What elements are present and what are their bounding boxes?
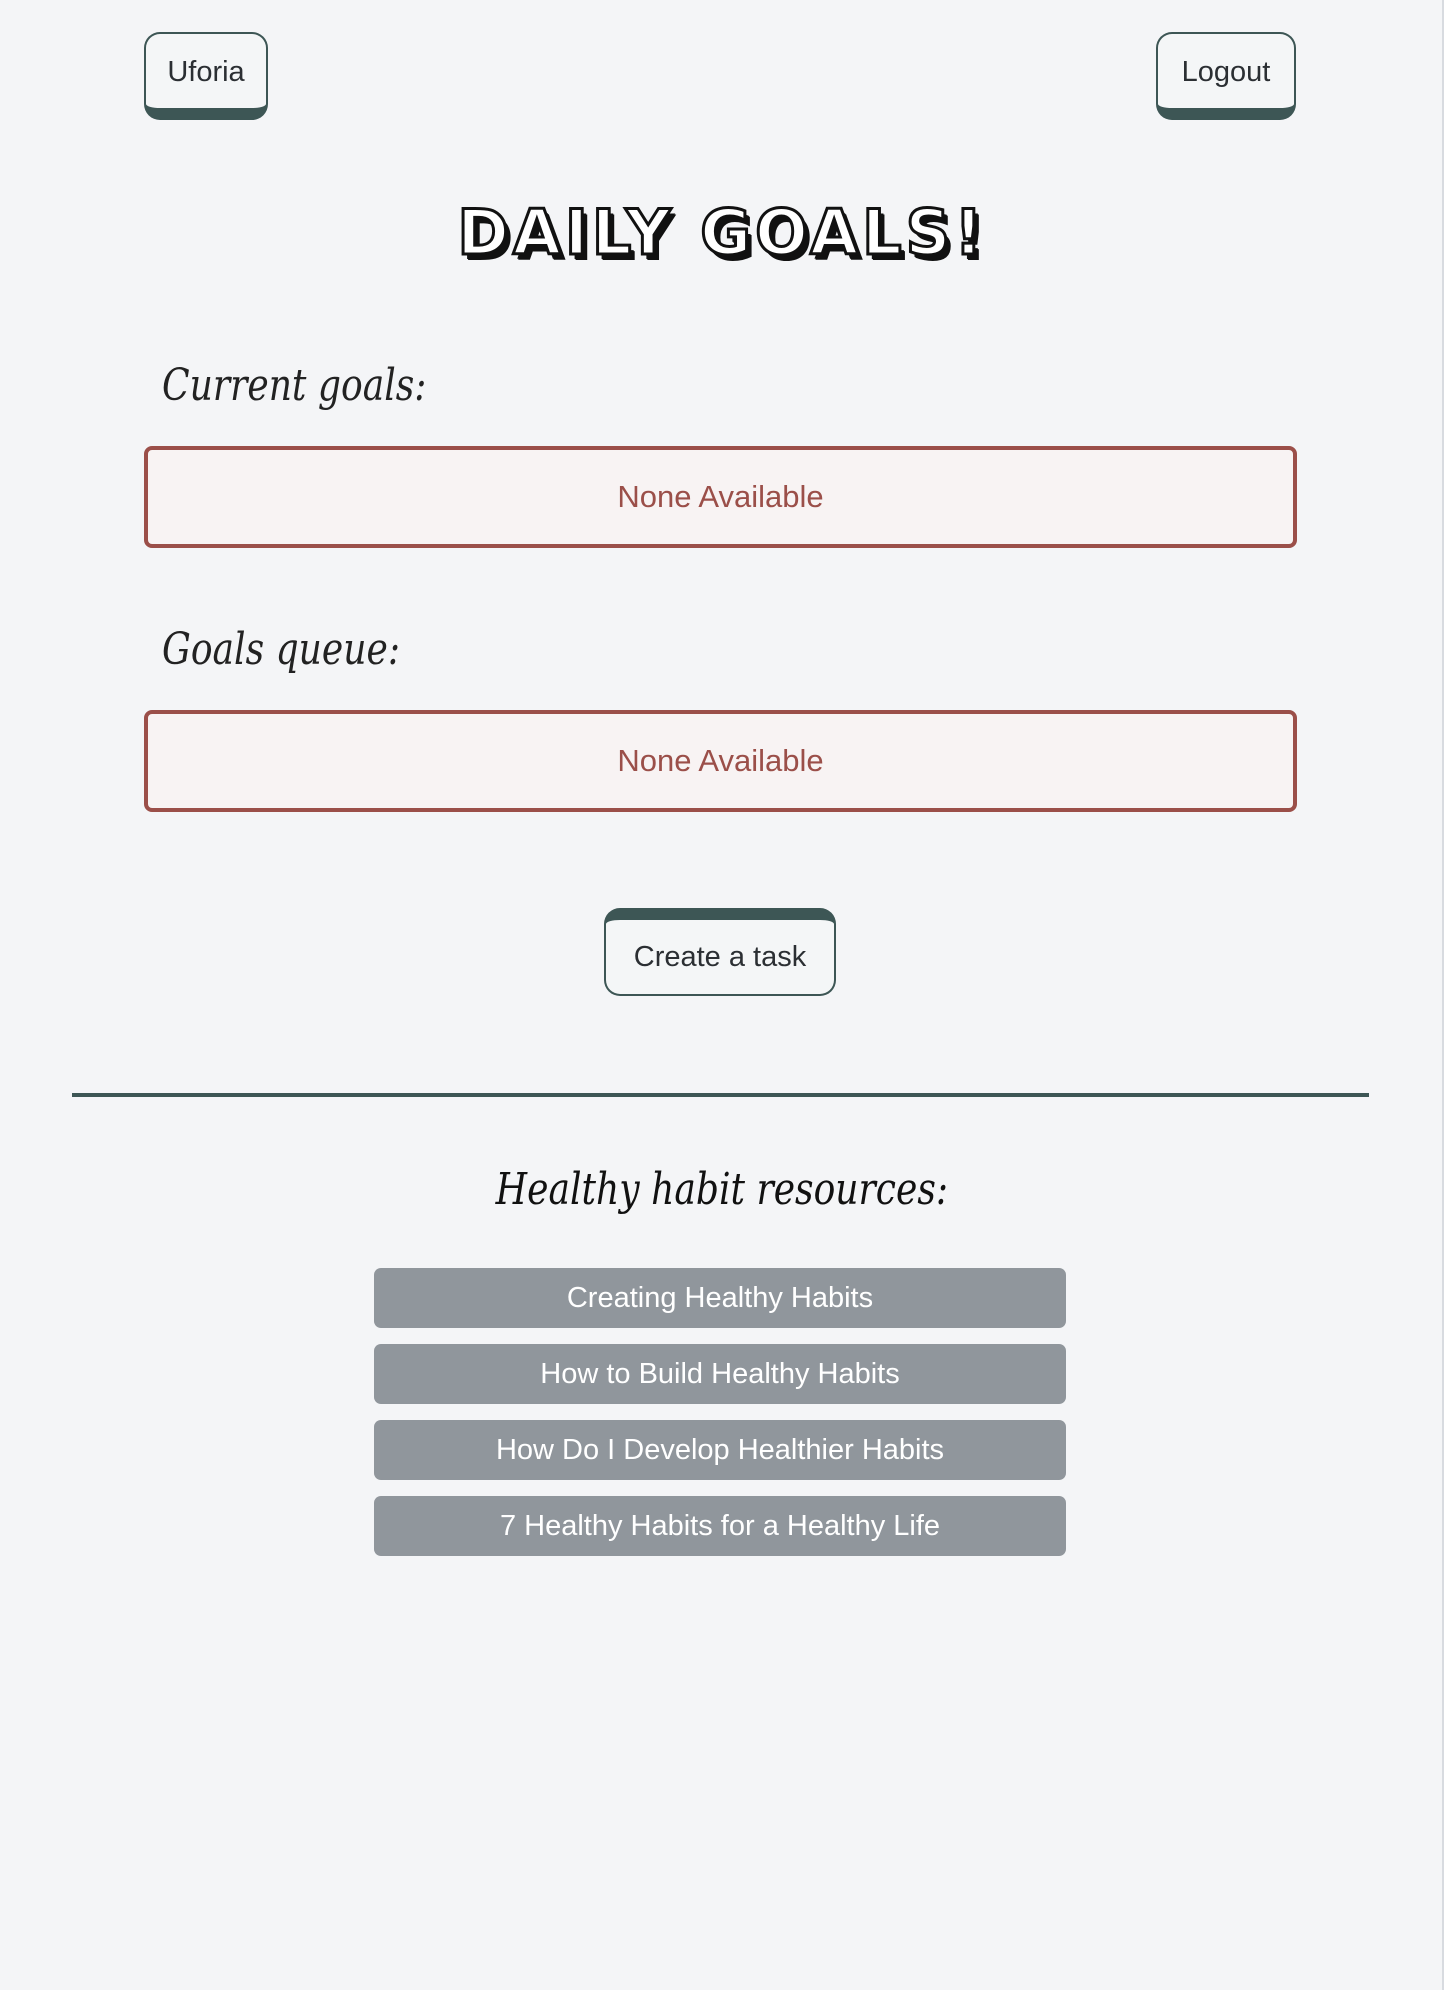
goals-queue-label: Goals queue:: [162, 624, 401, 675]
current-goals-empty-box: None Available: [144, 446, 1297, 548]
logout-button[interactable]: Logout: [1156, 32, 1296, 120]
home-brand-button[interactable]: Uforia: [144, 32, 268, 120]
resource-link-build-healthy-habits[interactable]: How to Build Healthy Habits: [374, 1344, 1066, 1404]
section-divider: [72, 1093, 1369, 1097]
page-title: DAILY GOALS!: [456, 195, 987, 271]
resource-link-list: Creating Healthy Habits How to Build Hea…: [374, 1268, 1066, 1572]
resources-heading: Healthy habit resources:: [0, 1164, 1444, 1215]
current-goals-label: Current goals:: [162, 360, 427, 411]
resource-link-creating-healthy-habits[interactable]: Creating Healthy Habits: [374, 1268, 1066, 1328]
resource-link-develop-healthier-habits[interactable]: How Do I Develop Healthier Habits: [374, 1420, 1066, 1480]
daily-goals-page: Uforia Logout DAILY GOALS! Current goals…: [0, 0, 1444, 1990]
goals-queue-empty-box: None Available: [144, 710, 1297, 812]
resources-heading-text: Healthy habit resources:: [495, 1164, 949, 1215]
create-task-button[interactable]: Create a task: [604, 908, 836, 996]
resource-link-7-healthy-habits[interactable]: 7 Healthy Habits for a Healthy Life: [374, 1496, 1066, 1556]
